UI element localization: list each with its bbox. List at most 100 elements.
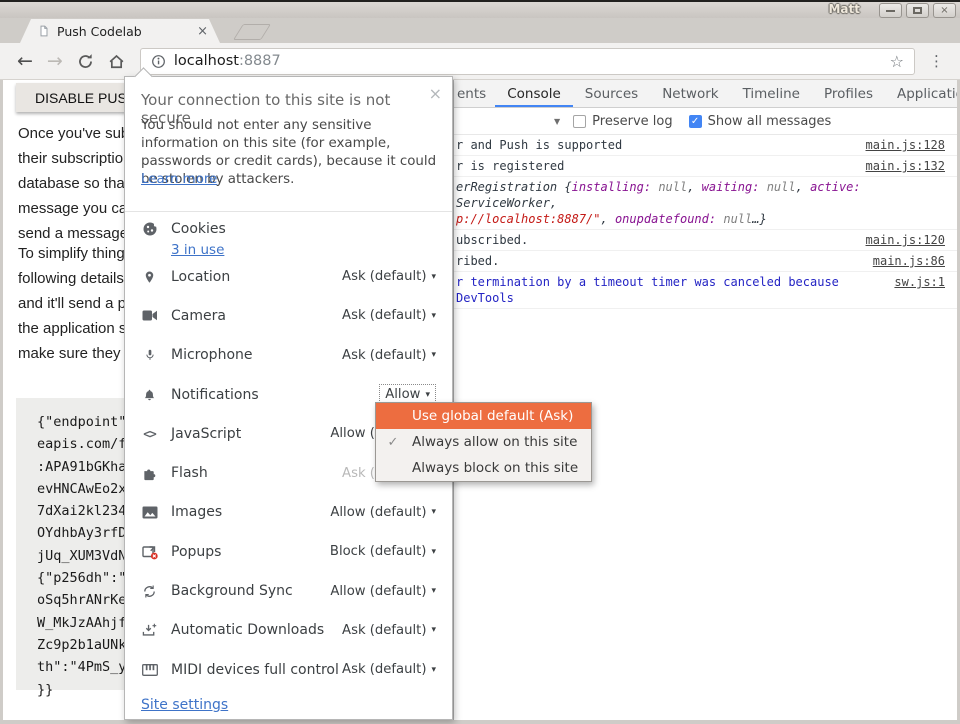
new-tab-button[interactable] [233, 24, 271, 40]
dropdown-arrow-icon: ▾ [431, 311, 436, 321]
learn-more-link[interactable]: Learn more [141, 172, 217, 187]
dropdown-arrow-icon: ▾ [431, 665, 436, 675]
microphone-icon [141, 347, 158, 363]
notifications-dropdown-menu: Use global default (Ask) ✓Always allow on… [375, 402, 592, 482]
dropdown-option-3[interactable]: Always block on this site [376, 455, 591, 481]
devtools-tab-console[interactable]: Console [495, 80, 573, 107]
permission-value-label: Allow [385, 387, 420, 402]
permission-value-label: Ask (default) [342, 623, 426, 638]
window-close-icon: × [940, 6, 948, 16]
site-info-icon[interactable] [151, 54, 166, 69]
cookies-label: Cookies [171, 221, 226, 237]
devtools-tab-list: ConsoleSourcesNetworkTimelineProfilesApp… [495, 80, 957, 107]
console-message-text: r termination by a timeout timer was can… [456, 274, 882, 306]
tab-close-icon[interactable]: × [197, 24, 208, 39]
maximize-button[interactable] [906, 3, 929, 18]
back-button[interactable]: ← [17, 52, 33, 71]
address-bar[interactable]: localhost :8887 ☆ [140, 48, 915, 75]
console-filter-bar: ▼ Preserve log ✓ Show all messages [454, 108, 957, 135]
devtools-tab-elements-fragment[interactable]: ents [454, 80, 495, 107]
permission-label-flash: Flash [171, 465, 342, 481]
browser-menu-icon[interactable]: ⋮ [929, 52, 944, 70]
permission-value-label: Allow (default) [330, 584, 426, 599]
console-message: erRegistration {installing: null, waitin… [454, 177, 957, 230]
permission-select-background-sync[interactable]: Allow (default) ▾ [330, 584, 436, 599]
permission-select-midi[interactable]: Ask (default) ▾ [342, 662, 436, 677]
permission-row-automatic-downloads: Automatic DownloadsAsk (default)▾ [125, 611, 452, 650]
console-message-text: r is registered [456, 158, 854, 174]
console-message: ribed.main.js:86 [454, 251, 957, 272]
page-paragraph: Once you've subtheir subscriptiondatabas… [18, 121, 131, 246]
permission-label-automatic-downloads: Automatic Downloads [171, 622, 342, 638]
dropdown-arrow-icon: ▾ [431, 547, 436, 557]
flash-icon [141, 465, 158, 481]
devtools-tab-network[interactable]: Network [650, 80, 730, 107]
permission-select-camera[interactable]: Ask (default)▾ [342, 308, 436, 323]
home-button[interactable] [108, 53, 125, 70]
preserve-log-label: Preserve log [592, 114, 672, 129]
site-settings-link[interactable]: Site settings [141, 697, 228, 713]
page-favicon-icon [38, 24, 50, 38]
dropdown-option-label: Always block on this site [412, 460, 578, 476]
show-all-messages-label: Show all messages [708, 114, 832, 129]
browser-tab[interactable]: Push Codelab × [20, 19, 220, 43]
permission-select-location[interactable]: Ask (default)▾ [342, 269, 436, 284]
console-message-text: r and Push is supported [456, 137, 854, 153]
console-message: r termination by a timeout timer was can… [454, 272, 957, 309]
page-paragraph: To simplify thingsfollowing detailsand i… [18, 241, 135, 366]
console-source-link[interactable]: main.js:132 [866, 158, 945, 174]
console-source-link[interactable]: sw.js:1 [894, 274, 945, 290]
permission-row-midi: MIDI devices full controlAsk (default) ▾ [125, 650, 452, 689]
javascript-icon: <> [141, 426, 158, 442]
camera-icon [141, 308, 158, 324]
preserve-log-checkbox[interactable] [573, 115, 586, 128]
permission-row-camera: CameraAsk (default)▾ [125, 296, 452, 335]
permission-label-midi: MIDI devices full control [171, 662, 342, 678]
window-close-button[interactable]: × [933, 3, 956, 18]
console-message-line: erRegistration {installing: null, waitin… [456, 179, 945, 211]
show-all-messages-checkbox[interactable]: ✓ [689, 115, 702, 128]
console-source-link[interactable]: main.js:86 [873, 253, 945, 269]
console-source-link[interactable]: main.js:120 [866, 232, 945, 248]
minimize-button[interactable] [879, 3, 902, 18]
dropdown-option-label: Use global default (Ask) [412, 408, 573, 424]
permission-value-label: Ask (default) [342, 662, 426, 677]
console-message-line: r is registered [456, 158, 854, 174]
popup-close-icon[interactable]: × [429, 86, 442, 102]
tab-strip: Push Codelab × [0, 18, 960, 43]
console-message: r is registered main.js:132 [454, 156, 957, 177]
dropdown-option-2[interactable]: ✓Always allow on this site [376, 429, 591, 455]
url-host: localhost [174, 53, 239, 69]
forward-button[interactable]: → [47, 52, 63, 71]
permission-select-popups[interactable]: Block (default) ▾ [330, 544, 436, 559]
url-port: :8887 [239, 53, 281, 69]
reload-button[interactable] [77, 53, 94, 70]
text-line: message you ca [18, 196, 131, 221]
devtools-tab-bar: ents ConsoleSourcesNetworkTimelineProfil… [454, 80, 957, 108]
console-source-link[interactable]: main.js:128 [866, 137, 945, 153]
popup-divider [125, 211, 452, 212]
text-line: following details [18, 266, 135, 291]
filter-dropdown-icon[interactable]: ▼ [554, 117, 560, 126]
devtools-tab-profiles[interactable]: Profiles [812, 80, 885, 107]
permission-row-microphone: MicrophoneAsk (default)▾ [125, 336, 452, 375]
permission-select-images[interactable]: Allow (default)▾ [330, 505, 436, 520]
dropdown-arrow-icon: ▾ [431, 507, 436, 517]
background-sync-icon [141, 583, 158, 599]
permission-select-microphone[interactable]: Ask (default)▾ [342, 348, 436, 363]
dropdown-arrow-icon: ▾ [431, 586, 436, 596]
dropdown-option-1[interactable]: Use global default (Ask) [376, 403, 591, 429]
bookmark-star-icon[interactable]: ☆ [890, 52, 904, 71]
window-titlebar: Matt × [0, 0, 960, 18]
devtools-tab-application[interactable]: Application [885, 80, 957, 107]
maximize-icon [913, 7, 922, 14]
cookie-icon [141, 221, 158, 237]
permission-value-label: Block (default) [330, 544, 427, 559]
permission-select-automatic-downloads[interactable]: Ask (default)▾ [342, 623, 436, 638]
cookies-in-use-link[interactable]: 3 in use [171, 242, 224, 258]
text-line: the application se [18, 316, 135, 341]
devtools-tab-sources[interactable]: Sources [573, 80, 650, 107]
permission-label-javascript: JavaScript [171, 426, 330, 442]
devtools-tab-timeline[interactable]: Timeline [731, 80, 812, 107]
text-line: their subscription [18, 146, 131, 171]
